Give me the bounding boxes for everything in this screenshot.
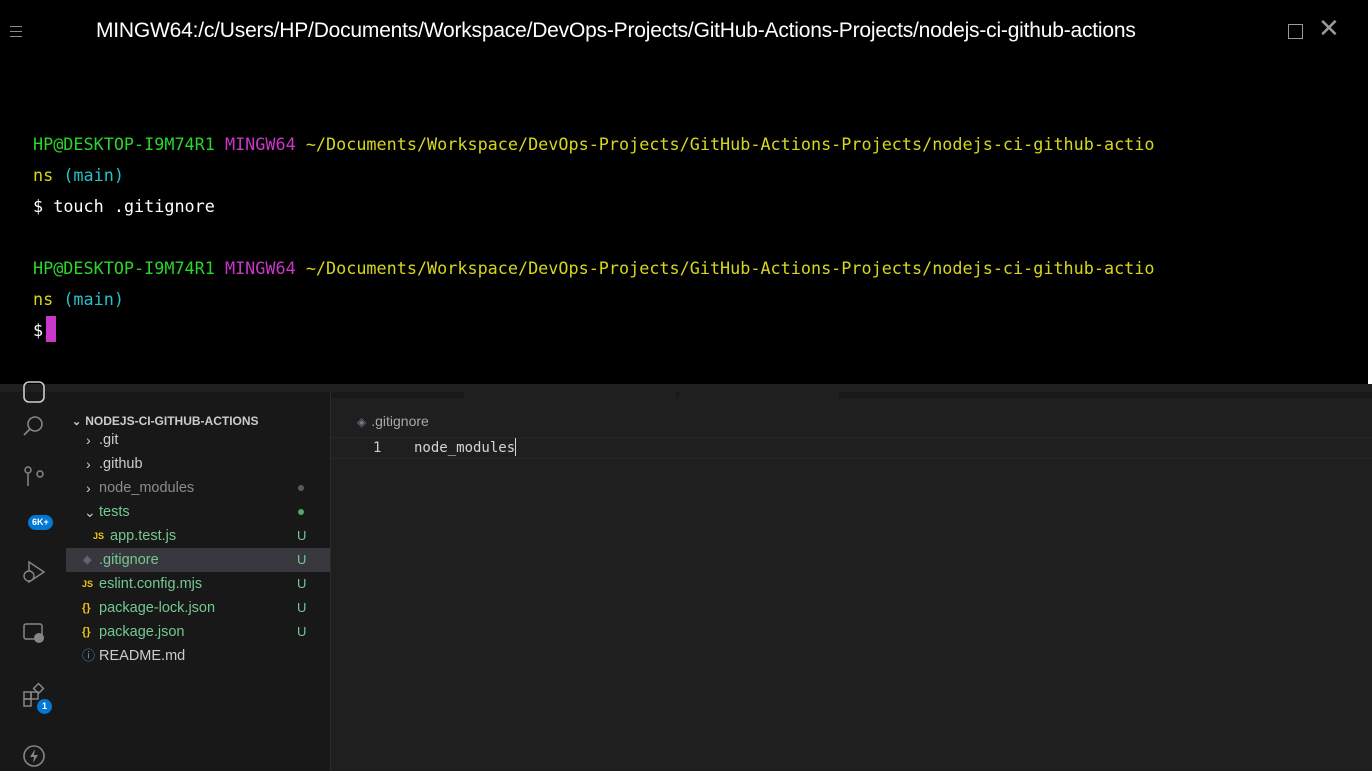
menu-icon[interactable] bbox=[10, 26, 22, 38]
chevron-right-icon: › bbox=[86, 480, 91, 496]
git-status-untracked: U bbox=[297, 576, 307, 591]
terminal-command: touch .gitignore bbox=[53, 196, 215, 216]
git-status-untracked: U bbox=[297, 600, 307, 615]
javascript-file-icon: JS bbox=[93, 531, 105, 541]
info-icon: ⓘ bbox=[82, 648, 96, 663]
tab-other[interactable] bbox=[679, 392, 839, 398]
tab-strip bbox=[331, 392, 1372, 398]
tree-item-label: tests bbox=[99, 504, 130, 520]
close-icon[interactable]: ✕ bbox=[1318, 16, 1340, 42]
git-status-untracked: U bbox=[297, 624, 307, 639]
activity-bar: 6K+ 1 bbox=[0, 381, 66, 771]
prompt-branch: (main) bbox=[63, 165, 124, 185]
json-file-icon: {} bbox=[82, 626, 91, 638]
thunder-client-icon[interactable] bbox=[20, 742, 48, 770]
chevron-down-icon: ⌄ bbox=[84, 504, 96, 520]
tree-item-tests[interactable]: ⌄ tests bbox=[66, 500, 330, 524]
tree-item-label: eslint.config.mjs bbox=[99, 576, 203, 592]
tree-item-label: package.json bbox=[99, 624, 185, 640]
chevron-down-icon: ⌄ bbox=[72, 416, 82, 428]
tree-item-gitignore[interactable]: ◈ .gitignore U bbox=[66, 548, 330, 572]
prompt-path-wrap: ns bbox=[33, 289, 54, 309]
tree-item-github[interactable]: › .github bbox=[66, 452, 330, 476]
extensions-badge: 1 bbox=[37, 699, 53, 714]
prompt-env: MINGW64 bbox=[224, 258, 296, 278]
tree-item-label: .github bbox=[99, 456, 143, 472]
tree-item-package-json[interactable]: {} package.json U bbox=[66, 620, 330, 644]
prompt-branch: (main) bbox=[63, 289, 124, 309]
chevron-right-icon: › bbox=[86, 432, 91, 448]
search-icon[interactable] bbox=[20, 413, 48, 441]
chevron-right-icon: › bbox=[86, 456, 91, 472]
terminal-output[interactable]: HP@DESKTOP-I9M74R1 MINGW64 ~/Documents/W… bbox=[33, 129, 1154, 346]
tree-item-label: .git bbox=[99, 432, 119, 448]
tree-item-label: .gitignore bbox=[99, 552, 159, 568]
tab-gitignore[interactable] bbox=[464, 392, 676, 398]
remote-explorer-icon[interactable] bbox=[20, 620, 48, 648]
terminal-window: MINGW64:/c/Users/HP/Documents/Workspace/… bbox=[0, 0, 1368, 384]
breadcrumb-file: .gitignore bbox=[371, 413, 429, 429]
javascript-file-icon: JS bbox=[82, 579, 94, 589]
workspace-name: NODEJS-CI-GITHUB-ACTIONS bbox=[85, 414, 259, 428]
text-cursor bbox=[515, 438, 517, 456]
tree-item-label: package-lock.json bbox=[99, 600, 216, 616]
prompt-symbol: $ bbox=[33, 196, 44, 216]
explorer-icon[interactable] bbox=[20, 378, 48, 406]
tree-item-label: node_modules bbox=[99, 480, 195, 496]
code-text: node_modules bbox=[414, 440, 516, 456]
prompt-env: MINGW64 bbox=[224, 134, 296, 154]
tree-item-node-modules[interactable]: › node_modules bbox=[66, 476, 330, 500]
run-debug-icon[interactable] bbox=[20, 558, 48, 586]
tree-item-app-test[interactable]: JS app.test.js U bbox=[66, 524, 330, 548]
breadcrumb[interactable]: ◈ .gitignore bbox=[357, 413, 429, 429]
explorer-header[interactable]: ⌄ NODEJS-CI-GITHUB-ACTIONS bbox=[72, 414, 259, 428]
status-dot bbox=[298, 509, 304, 515]
json-file-icon: {} bbox=[82, 602, 91, 614]
git-status-untracked: U bbox=[297, 528, 307, 543]
prompt-path-wrap: ns bbox=[33, 165, 54, 185]
prompt-path: ~/Documents/Workspace/DevOps-Projects/Gi… bbox=[305, 134, 1155, 154]
tree-item-readme[interactable]: ⓘ README.md bbox=[66, 644, 330, 668]
tree-item-package-lock[interactable]: {} package-lock.json U bbox=[66, 596, 330, 620]
source-control-badge: 6K+ bbox=[28, 515, 53, 530]
prompt-symbol: $ bbox=[33, 320, 44, 340]
tree-item-eslint-config[interactable]: JS eslint.config.mjs U bbox=[66, 572, 330, 596]
prompt-user-host: HP@DESKTOP-I9M74R1 bbox=[33, 134, 215, 154]
prompt-user-host: HP@DESKTOP-I9M74R1 bbox=[33, 258, 215, 278]
terminal-title: MINGW64:/c/Users/HP/Documents/Workspace/… bbox=[96, 19, 1136, 42]
tree-item-label: README.md bbox=[99, 648, 186, 664]
status-dot bbox=[298, 485, 304, 491]
terminal-cursor bbox=[46, 316, 57, 342]
source-control-icon[interactable] bbox=[20, 464, 48, 492]
git-status-untracked: U bbox=[297, 552, 307, 567]
line-number: 1 bbox=[373, 440, 382, 456]
prompt-path: ~/Documents/Workspace/DevOps-Projects/Gi… bbox=[305, 258, 1155, 278]
code-line[interactable]: node_modules bbox=[414, 438, 517, 458]
gitignore-file-icon: ◈ bbox=[83, 554, 92, 566]
maximize-icon[interactable] bbox=[1288, 24, 1303, 39]
gitignore-file-icon: ◈ bbox=[357, 415, 367, 429]
tree-item-git[interactable]: › .git bbox=[66, 428, 330, 452]
tree-item-label: app.test.js bbox=[110, 528, 177, 544]
explorer-sidebar: ⌄ NODEJS-CI-GITHUB-ACTIONS › .git › .gith… bbox=[66, 392, 331, 771]
terminal-titlebar: MINGW64:/c/Users/HP/Documents/Workspace/… bbox=[0, 0, 1368, 72]
